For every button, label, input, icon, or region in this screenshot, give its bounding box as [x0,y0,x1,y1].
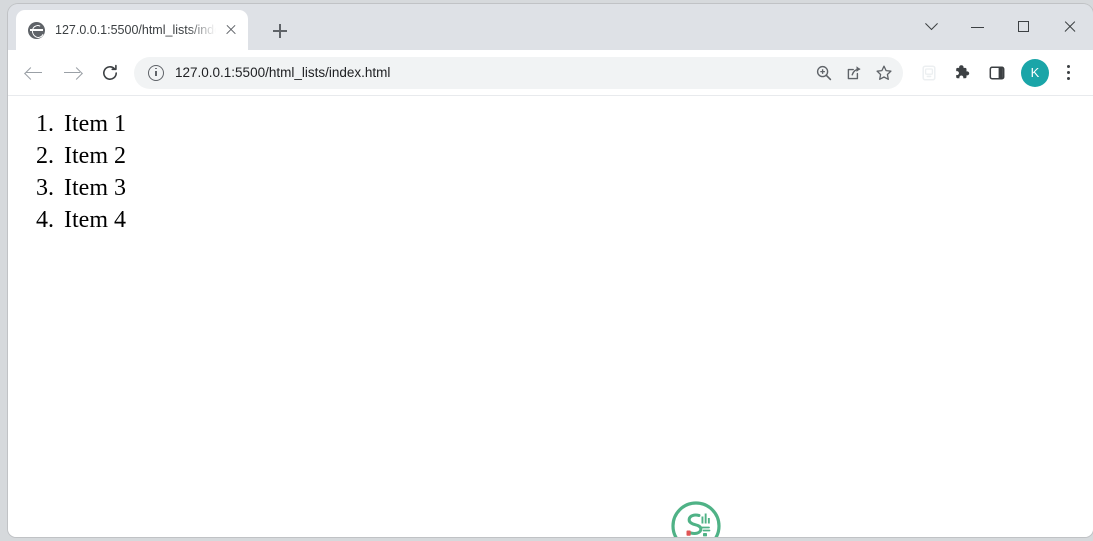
toolbar-actions: K [911,57,1093,89]
menu-dot [1066,77,1070,81]
tab-search-chevron-down-icon[interactable] [909,7,955,47]
side-panel-glyph [989,65,1005,80]
maximize-icon[interactable] [1001,7,1047,47]
new-tab-button[interactable] [266,17,294,45]
list-item: Item 3 [60,172,126,204]
menu-dot [1066,70,1070,75]
back-arrow-head [24,66,38,80]
share-icon[interactable] [839,58,869,88]
menu-dot [1066,64,1070,68]
omnibox-actions [809,58,903,88]
list-item: Item 2 [60,140,126,172]
zoom-icon[interactable] [809,58,839,88]
window-close-icon[interactable] [1047,7,1093,47]
list-item: Item 1 [60,108,126,140]
ordered-list: Item 1 Item 2 Item 3 Item 4 [20,108,126,236]
avatar[interactable]: K [1021,58,1049,87]
bookmark-star-icon[interactable] [869,58,899,88]
media-control-icon[interactable] [913,57,945,89]
side-panel-icon[interactable] [981,57,1013,89]
zoom-glyph [816,65,832,80]
s-monogram-logo [671,501,721,537]
tab-title: 127.0.0.1:5500/html_lists/index.h [55,23,216,37]
forward-arrow-head [69,66,83,80]
reload-icon [103,64,117,80]
media-control-glyph [922,64,936,81]
close-icon[interactable] [220,19,242,41]
extensions-puzzle-icon[interactable] [947,57,979,89]
star-glyph [876,65,892,80]
globe-icon [28,21,45,39]
browser-tab[interactable]: 127.0.0.1:5500/html_lists/index.h [16,10,248,50]
window-controls [909,4,1093,50]
list-item: Item 4 [60,204,126,236]
page-viewport: Item 1 Item 2 Item 3 Item 4 [8,95,1093,537]
share-glyph [847,65,861,79]
browser-window: 127.0.0.1:5500/html_lists/index.h [8,4,1093,537]
back-button[interactable] [18,57,50,89]
avatar-initial: K [1030,65,1040,80]
forward-button[interactable] [56,57,88,89]
info-circle-icon[interactable] [148,64,164,81]
puzzle-glyph [956,64,970,78]
minimize-icon[interactable] [955,7,1001,47]
address-bar-url: 127.0.0.1:5500/html_lists/index.html [175,65,391,80]
address-bar[interactable]: 127.0.0.1:5500/html_lists/index.html [134,56,903,89]
reload-button[interactable] [94,57,126,89]
chrome-menu-button[interactable] [1053,57,1083,89]
browser-toolbar: 127.0.0.1:5500/html_lists/index.html K [8,50,1093,95]
tab-strip: 127.0.0.1:5500/html_lists/index.h [8,4,1093,50]
